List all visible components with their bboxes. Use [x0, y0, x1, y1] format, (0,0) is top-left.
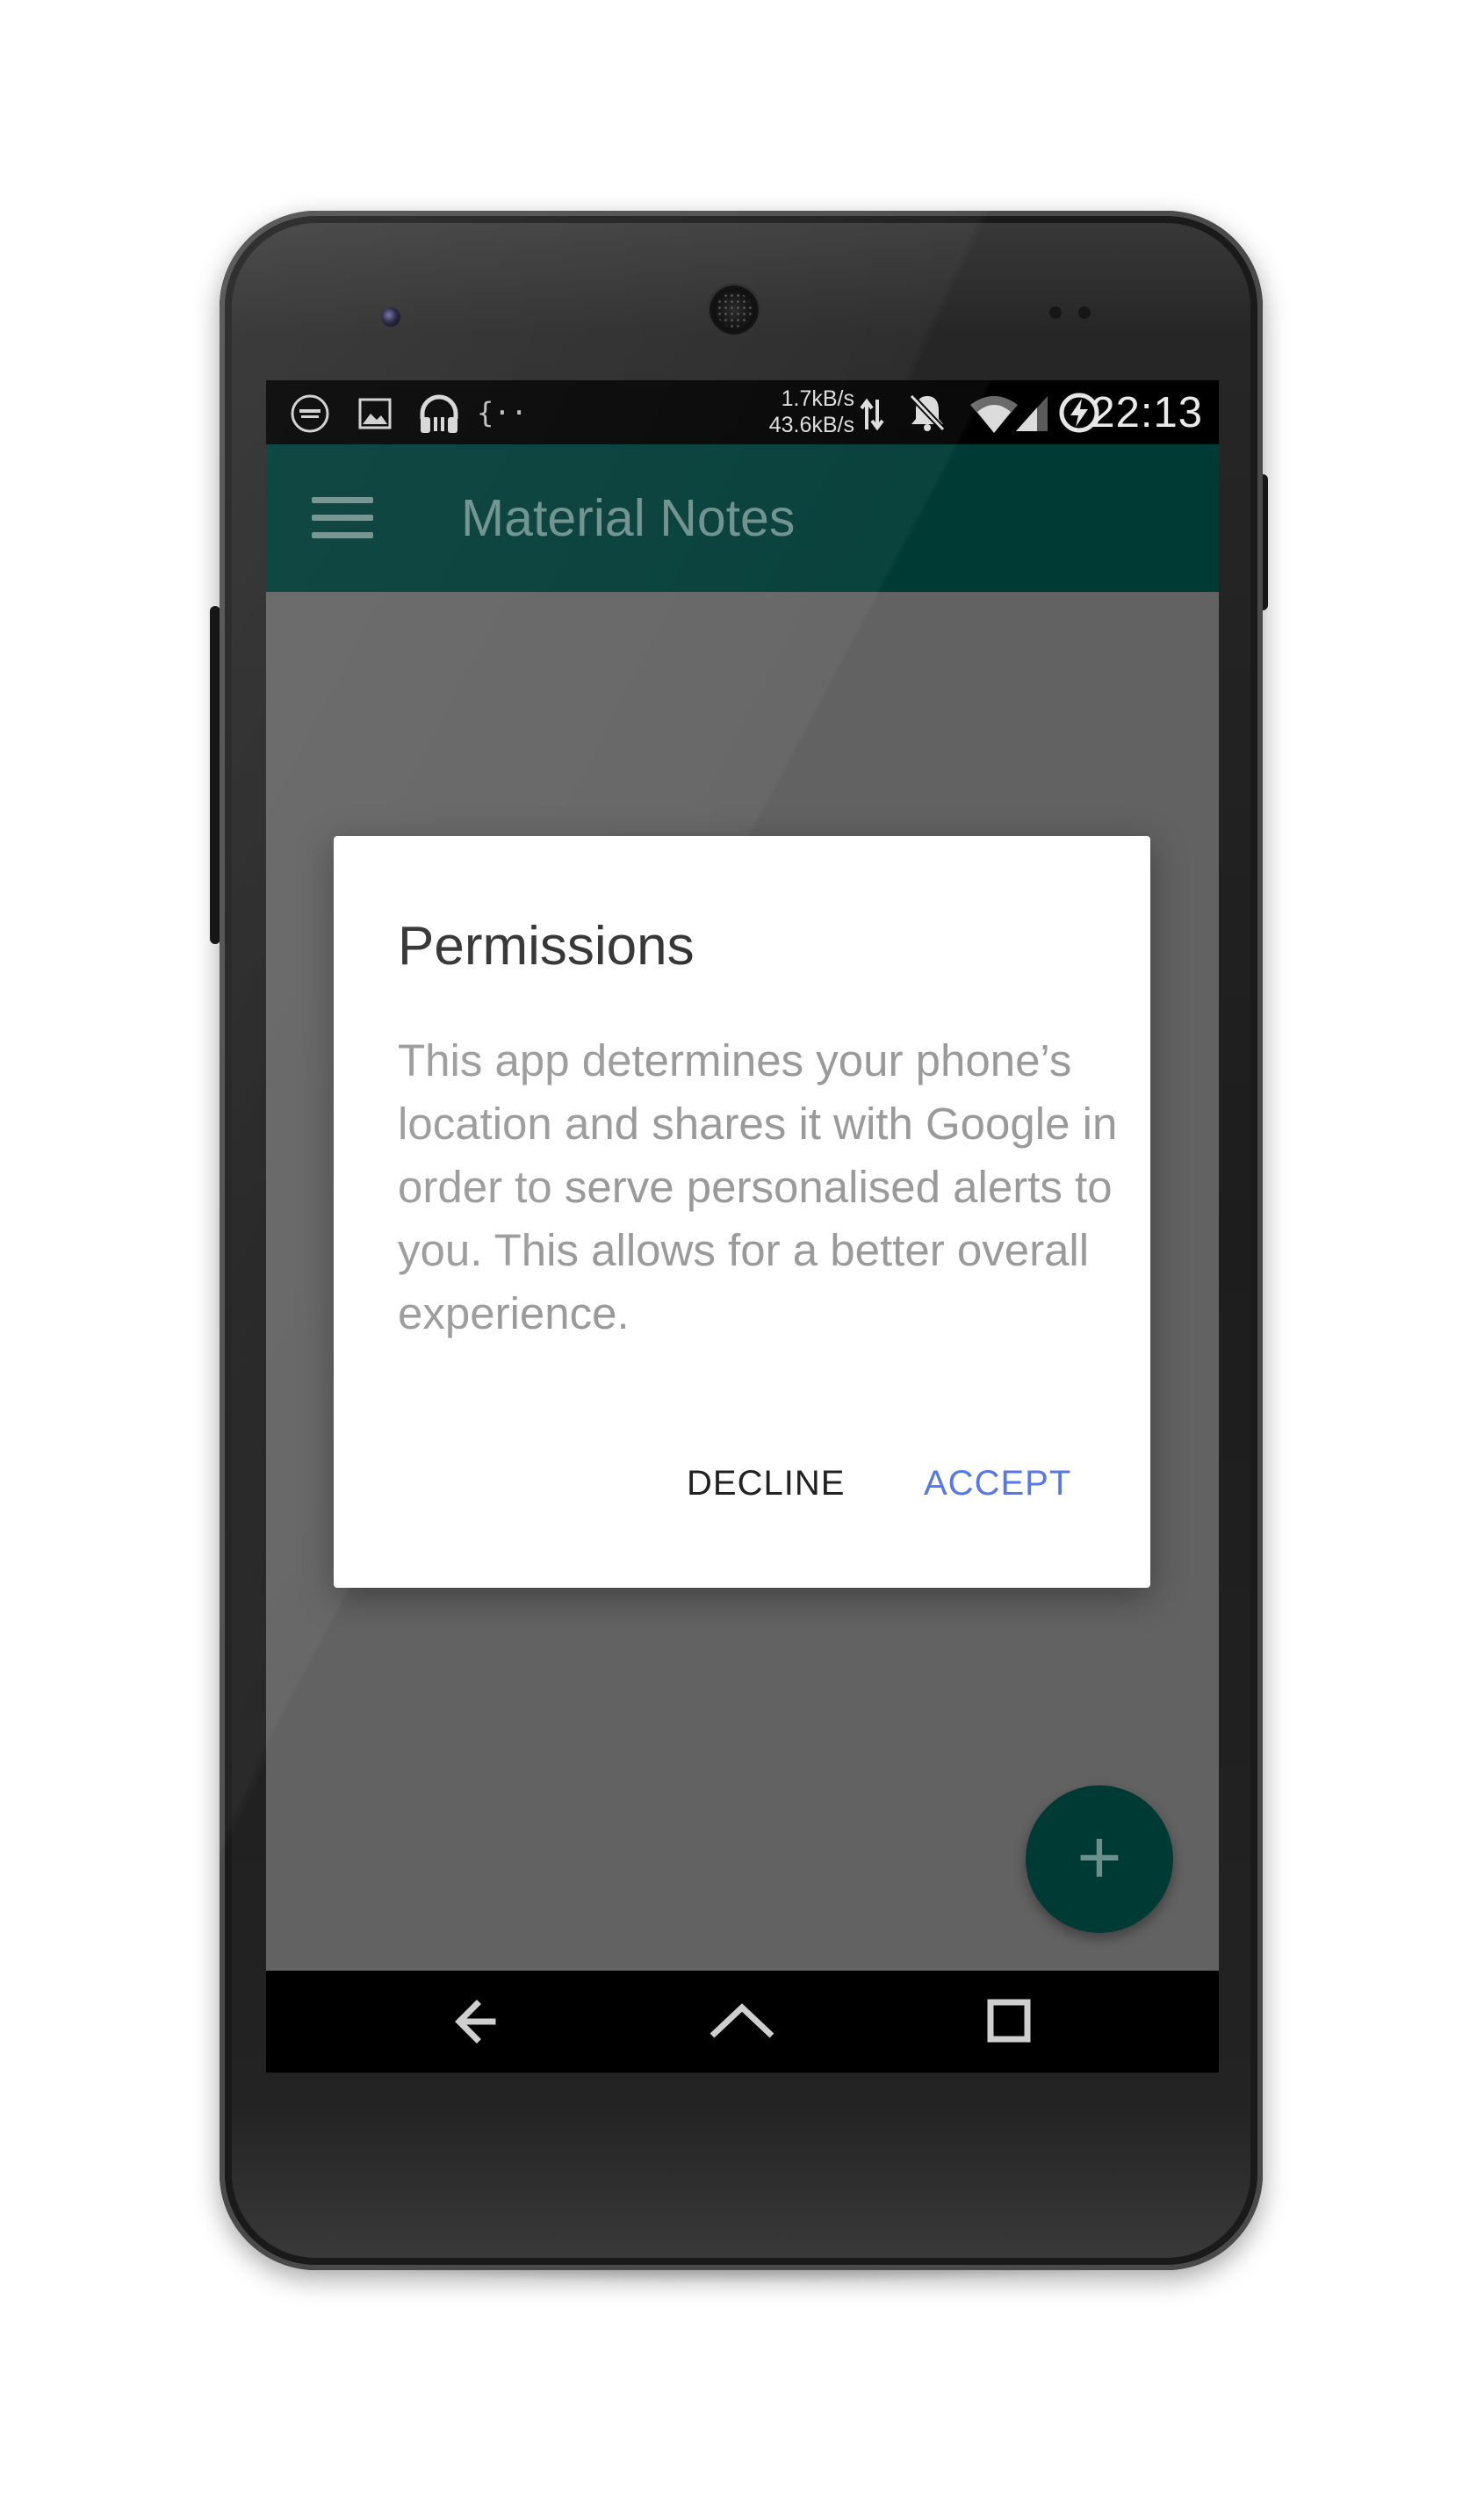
signal-icon	[1016, 396, 1048, 431]
add-note-button[interactable]: +	[1026, 1785, 1173, 1933]
back-icon[interactable]	[407, 1971, 547, 2073]
hamburger-menu-icon[interactable]	[312, 497, 373, 539]
light-sensor	[1078, 306, 1091, 319]
upload-speed: 1.7kB/s	[781, 386, 854, 411]
svg-text:{··}: {··}	[477, 396, 526, 429]
status-clock: 22:13	[1091, 389, 1203, 436]
download-speed: 43.6kB/s	[768, 413, 854, 437]
accept-button[interactable]: ACCEPT	[924, 1464, 1071, 1503]
network-speed: 1.7kB/s 43.6kB/s	[736, 386, 854, 438]
navigation-bar	[266, 1971, 1219, 2073]
data-transfer-icon	[860, 398, 884, 431]
app-title: Material Notes	[461, 489, 796, 547]
front-camera	[381, 307, 400, 327]
permissions-dialog: Permissions This app determines your pho…	[334, 836, 1150, 1588]
code-braces-icon: {··}	[477, 396, 526, 429]
dialog-message: This app determines your phone’s locatio…	[398, 1035, 1118, 1338]
music-app-icon	[291, 394, 329, 433]
decline-button[interactable]: DECLINE	[687, 1464, 845, 1503]
status-bar: {··} 1.7kB/s 43.6kB/s 22:13	[266, 380, 1219, 444]
plus-icon: +	[1077, 1813, 1122, 1900]
home-icon[interactable]	[672, 1971, 812, 2073]
dialog-title: Permissions	[398, 916, 695, 977]
proximity-sensor	[1049, 306, 1062, 319]
notifications-muted-icon	[909, 393, 946, 432]
app-bar: Material Notes	[266, 444, 1219, 592]
recents-icon[interactable]	[940, 1971, 1080, 2073]
headphones-icon	[420, 394, 458, 433]
phone-screen: {··} 1.7kB/s 43.6kB/s 22:13	[266, 380, 1219, 2073]
image-icon	[358, 398, 392, 429]
